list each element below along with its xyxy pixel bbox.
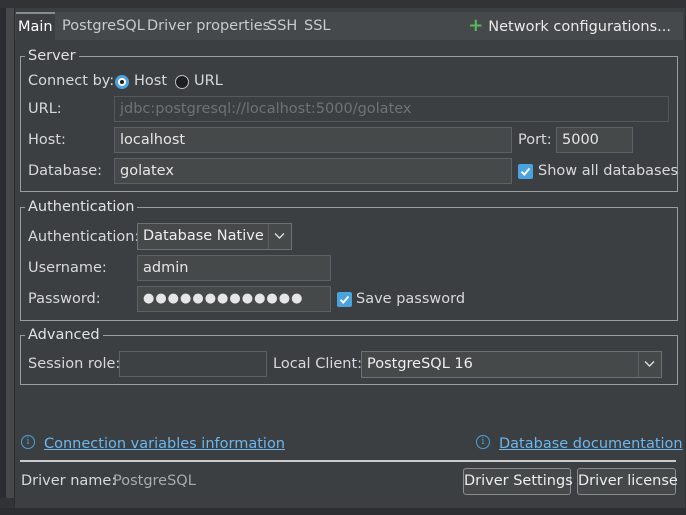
advanced-legend: Advanced (28, 327, 100, 343)
local-client-select-value: PostgreSQL 16 (367, 356, 473, 372)
show-all-databases-label[interactable]: Show all databases (538, 163, 678, 179)
driver-name-label: Driver name: (21, 473, 117, 489)
tab-ssl[interactable]: SSL (302, 12, 333, 40)
connection-variables-link[interactable]: Connection variables information (44, 436, 285, 452)
driver-settings-button[interactable]: Driver Settings (463, 468, 573, 495)
info-icon: i (476, 435, 490, 449)
network-configurations-button[interactable]: + Network configurations... (468, 12, 671, 40)
port-field[interactable]: 5000 (556, 127, 633, 153)
tab-driver-properties[interactable]: Driver properties (145, 12, 272, 40)
database-label: Database: (28, 163, 103, 179)
password-field[interactable]: ●●●●●●●●●●●●● (137, 286, 331, 312)
left-edge-inner (6, 8, 14, 498)
chevron-down-icon[interactable] (638, 352, 661, 377)
network-configurations-label: Network configurations... (488, 19, 671, 35)
password-label: Password: (28, 291, 101, 307)
plus-icon: + (468, 15, 484, 36)
tab-ssh[interactable]: SSH (266, 12, 299, 40)
url-field: jdbc:postgresql://localhost:5000/golatex (114, 96, 669, 122)
radio-url[interactable] (175, 75, 189, 89)
tab-main[interactable]: Main (16, 12, 55, 40)
radio-host-label[interactable]: Host (134, 73, 167, 89)
username-label: Username: (28, 260, 107, 276)
authentication-select[interactable]: Database Native (137, 223, 292, 250)
footer-separator (20, 460, 676, 462)
session-role-label: Session role: (28, 356, 121, 372)
show-all-databases-checkbox[interactable] (518, 164, 533, 179)
host-field[interactable]: localhost (114, 127, 512, 153)
host-label: Host: (28, 132, 66, 148)
local-client-select[interactable]: PostgreSQL 16 (361, 351, 662, 378)
save-password-checkbox[interactable] (337, 292, 352, 307)
server-legend: Server (28, 48, 76, 64)
local-client-label: Local Client: (273, 356, 363, 372)
info-icon: i (21, 435, 35, 449)
checkmark-icon (339, 295, 350, 304)
database-documentation-link[interactable]: Database documentation (499, 436, 683, 452)
session-role-field[interactable] (119, 351, 267, 377)
radio-host[interactable] (115, 75, 129, 89)
checkmark-icon (520, 167, 531, 176)
save-password-label[interactable]: Save password (356, 291, 465, 307)
database-field[interactable]: golatex (114, 158, 512, 184)
driver-license-button[interactable]: Driver license (577, 468, 678, 495)
url-label: URL: (28, 101, 62, 117)
bottom-edge (0, 508, 686, 515)
connect-by-label: Connect by: (28, 73, 115, 89)
authentication-legend: Authentication (28, 199, 135, 215)
authentication-label: Authentication: (28, 229, 140, 245)
driver-name-value: PostgreSQL (113, 473, 196, 489)
username-field[interactable]: admin (137, 255, 331, 281)
radio-url-label[interactable]: URL (194, 73, 223, 89)
tab-postgresql[interactable]: PostgreSQL (60, 12, 147, 40)
chevron-down-icon[interactable] (268, 224, 291, 249)
authentication-select-value: Database Native (143, 228, 264, 244)
port-label: Port: (518, 132, 552, 148)
